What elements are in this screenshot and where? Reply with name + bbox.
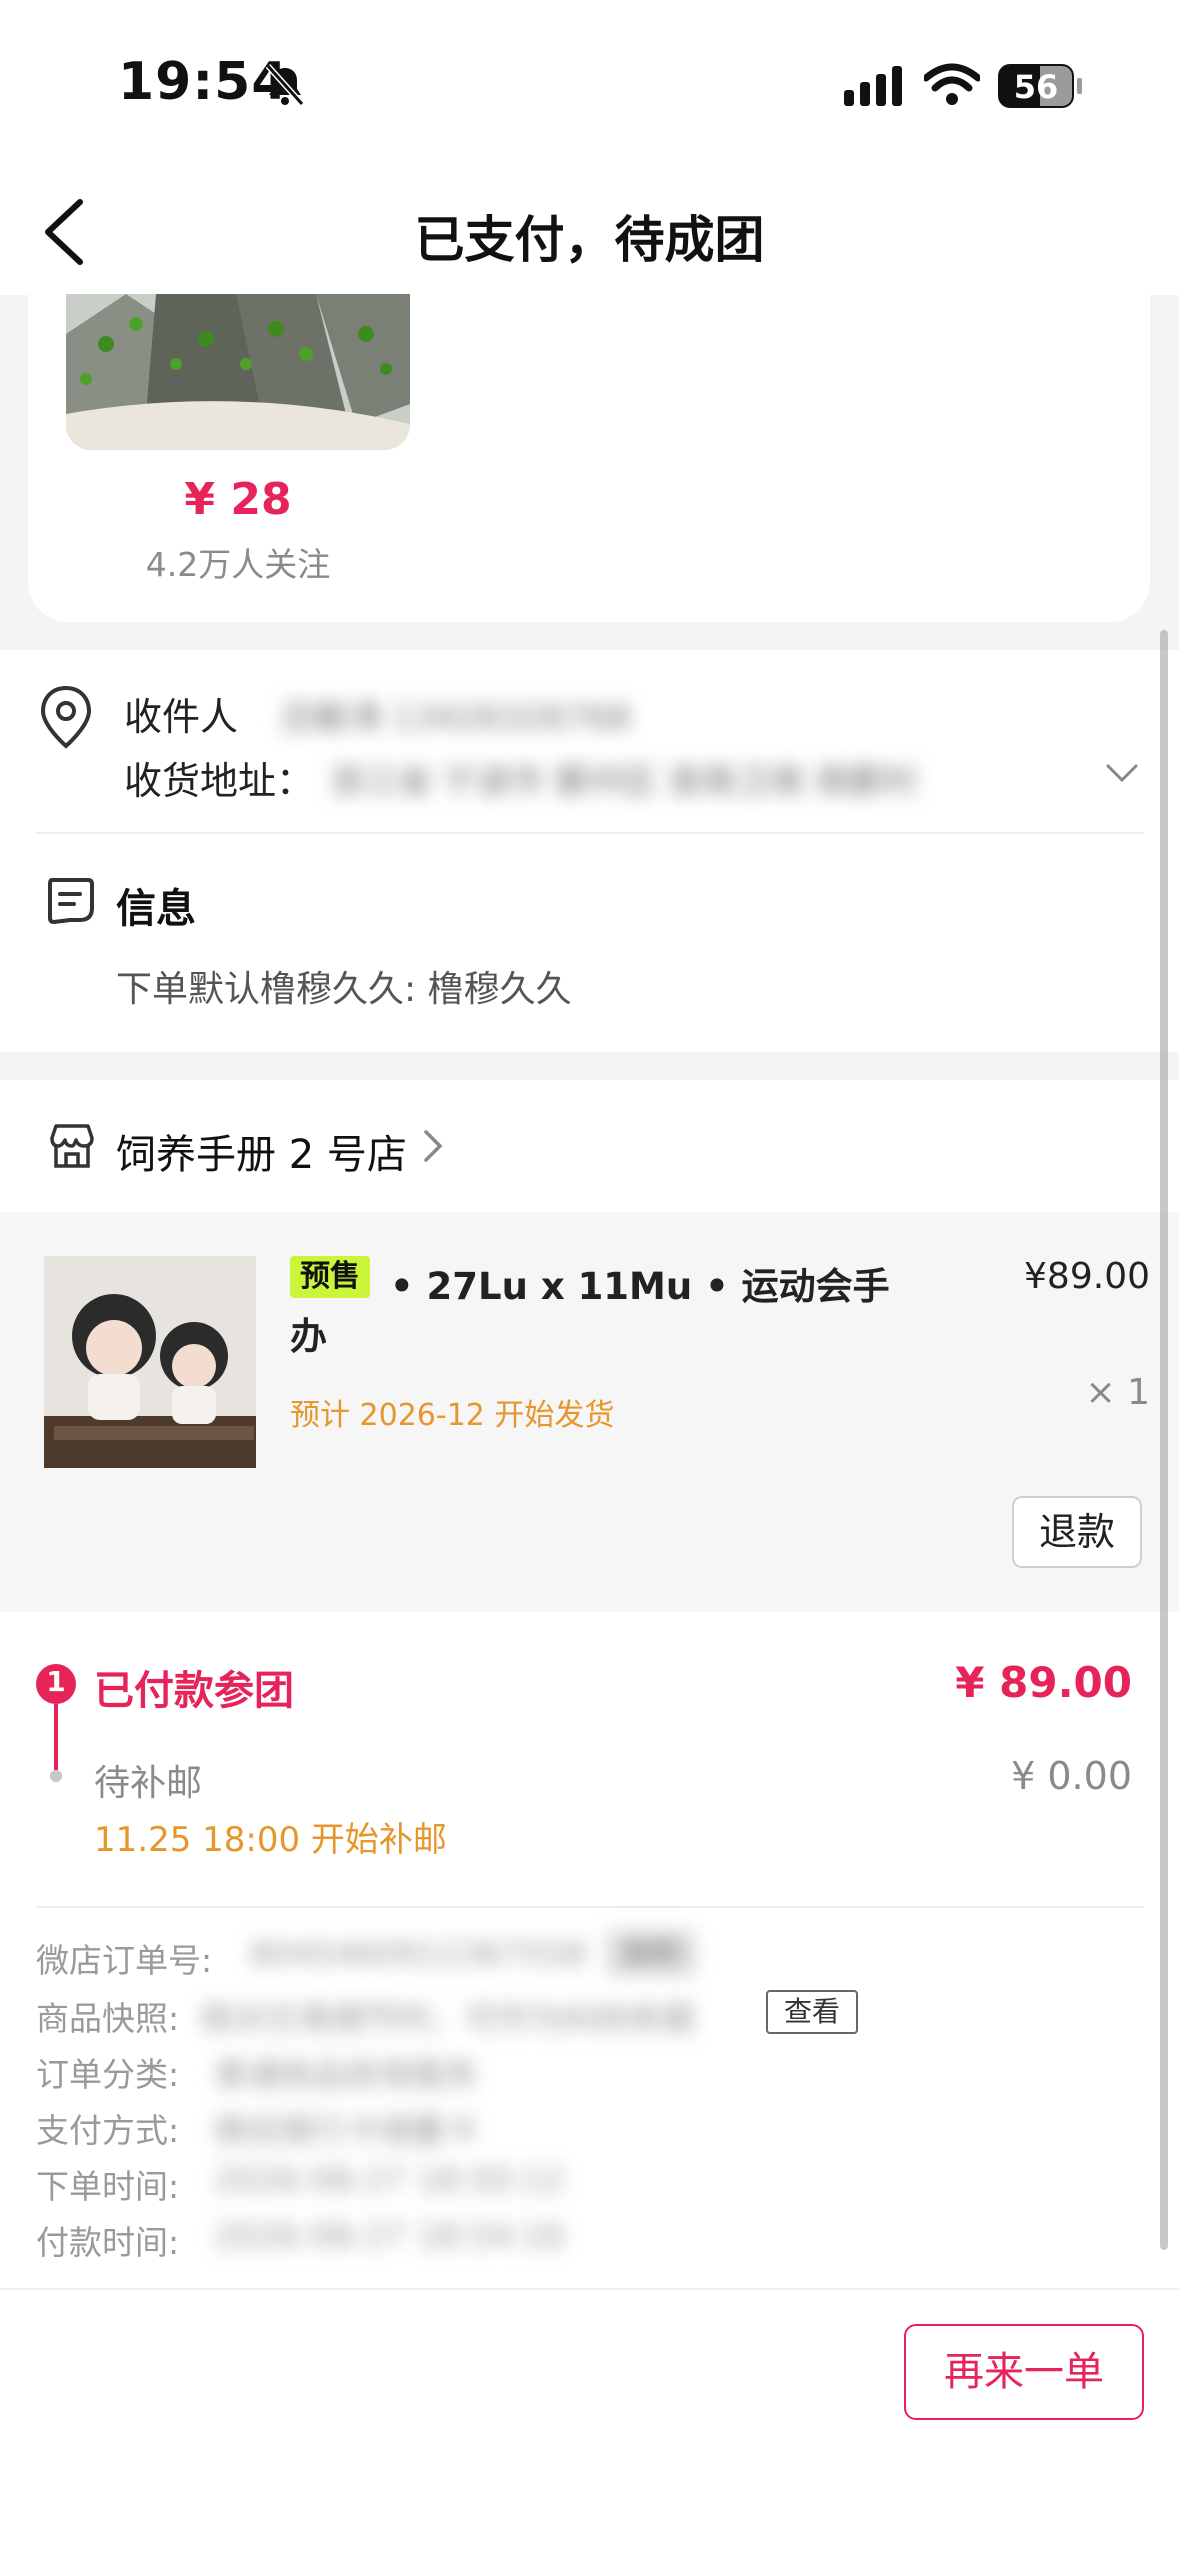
ship-note: 预计 2026-12 开始发货 xyxy=(290,1398,615,1433)
recipient-label: 收件人 xyxy=(124,695,239,739)
recipient-value: 吕敏涛 13426326768 xyxy=(280,698,631,738)
details-divider xyxy=(36,1906,1144,1908)
address-section: 收件人 吕敏涛 13426326768 收货地址： 浙江省 宁波市 鄞州区 首南… xyxy=(0,650,1179,1052)
battery-icon: 56 xyxy=(998,64,1082,108)
step-line xyxy=(54,1704,58,1770)
payment-section: 1 已付款参团 ¥ 89.00 待补邮 ¥ 0.00 11.25 18:00 开… xyxy=(0,1612,1179,2288)
pending-label: 待补邮 xyxy=(94,1763,203,1804)
bell-slash-icon xyxy=(262,62,308,108)
recommend-product-image[interactable] xyxy=(66,294,410,450)
order-time-label: 下单时间: xyxy=(36,2167,180,2206)
chevron-right-icon xyxy=(418,1126,448,1166)
category-label: 订单分类: xyxy=(36,2055,180,2094)
info-text: 下单默认橹穆久久: 橹穆久久 xyxy=(116,969,572,1010)
product-image[interactable] xyxy=(44,1256,256,1468)
recommend-price: ¥ 28 xyxy=(184,474,292,525)
order-item[interactable]: 预售 • 27Lu x 11Mu • 运动会手 办 ¥89.00 预计 2026… xyxy=(0,1212,1179,1612)
recommend-followers: 4.2万人关注 xyxy=(145,545,331,584)
paid-label: 已付款参团 xyxy=(94,1668,294,1714)
paid-time-label: 付款时间: xyxy=(36,2223,180,2262)
presale-badge: 预售 xyxy=(290,1256,370,1298)
pending-amount: ¥ 0.00 xyxy=(1011,1754,1132,1798)
order-no-label: 微店订单号: xyxy=(36,1941,213,1980)
location-pin-icon xyxy=(38,684,94,750)
product-qty: × 1 xyxy=(1085,1372,1150,1413)
address-value: 浙江省 宁波市 鄞州区 首南卫南 南鄞村 xyxy=(330,762,918,802)
chevron-down-icon xyxy=(1106,764,1138,783)
info-title: 信息 xyxy=(116,886,196,932)
pay-method-label: 支付方式: xyxy=(36,2111,180,2150)
address-divider xyxy=(36,832,1144,834)
reorder-button[interactable]: 再来一单 xyxy=(904,2324,1144,2420)
snapshot-value: 核对交易细节时，可作为纠纷依据 xyxy=(200,1999,695,2038)
scrollbar[interactable] xyxy=(1160,630,1168,2250)
address-label: 收货地址： xyxy=(124,759,315,803)
copy-order-no-button[interactable]: 复制 xyxy=(606,1930,696,1976)
expand-address-button[interactable] xyxy=(1100,756,1144,792)
page-title: 已支付，待成团 xyxy=(414,211,765,269)
step-number: 1 xyxy=(46,1665,66,1698)
message-icon xyxy=(44,874,96,926)
view-snapshot-button[interactable]: 查看 xyxy=(766,1990,858,2034)
paid-time-value: 2026-08-27 18:54:16 xyxy=(214,2216,565,2255)
category-value: 普通商品担保服务 xyxy=(214,2055,478,2094)
bottom-bar: 再来一单 xyxy=(0,2288,1179,2558)
battery-level: 56 xyxy=(1013,68,1059,106)
order-no-value: 8045460912367558 xyxy=(250,1934,586,1973)
refund-button[interactable]: 退款 xyxy=(1012,1496,1142,1568)
product-title-line2: 办 xyxy=(290,1315,327,1358)
status-bar: 19:54 56 xyxy=(0,0,1179,170)
paid-amount: ¥ 89.00 xyxy=(955,1658,1132,1707)
order-time-value: 2026-08-27 18:50:12 xyxy=(214,2160,565,2199)
store-icon xyxy=(46,1120,98,1172)
pending-note: 11.25 18:00 开始补邮 xyxy=(94,1820,447,1860)
store-row[interactable]: 饲养手册 2 号店 xyxy=(0,1080,1179,1212)
store-name: 饲养手册 2 号店 xyxy=(116,1132,407,1178)
product-title-line1: • 27Lu x 11Mu • 运动会手 xyxy=(390,1265,890,1308)
step-dot xyxy=(50,1770,62,1782)
wifi-icon xyxy=(922,62,982,108)
recommend-card[interactable]: ¥ 28 4.2万人关注 xyxy=(28,270,1150,622)
pay-method-value: 微信银行卡储蓄卡 xyxy=(214,2111,478,2150)
snapshot-label: 商品快照: xyxy=(36,1999,180,2038)
cellular-signal-icon xyxy=(844,66,906,108)
product-price: ¥89.00 xyxy=(1024,1256,1150,1297)
